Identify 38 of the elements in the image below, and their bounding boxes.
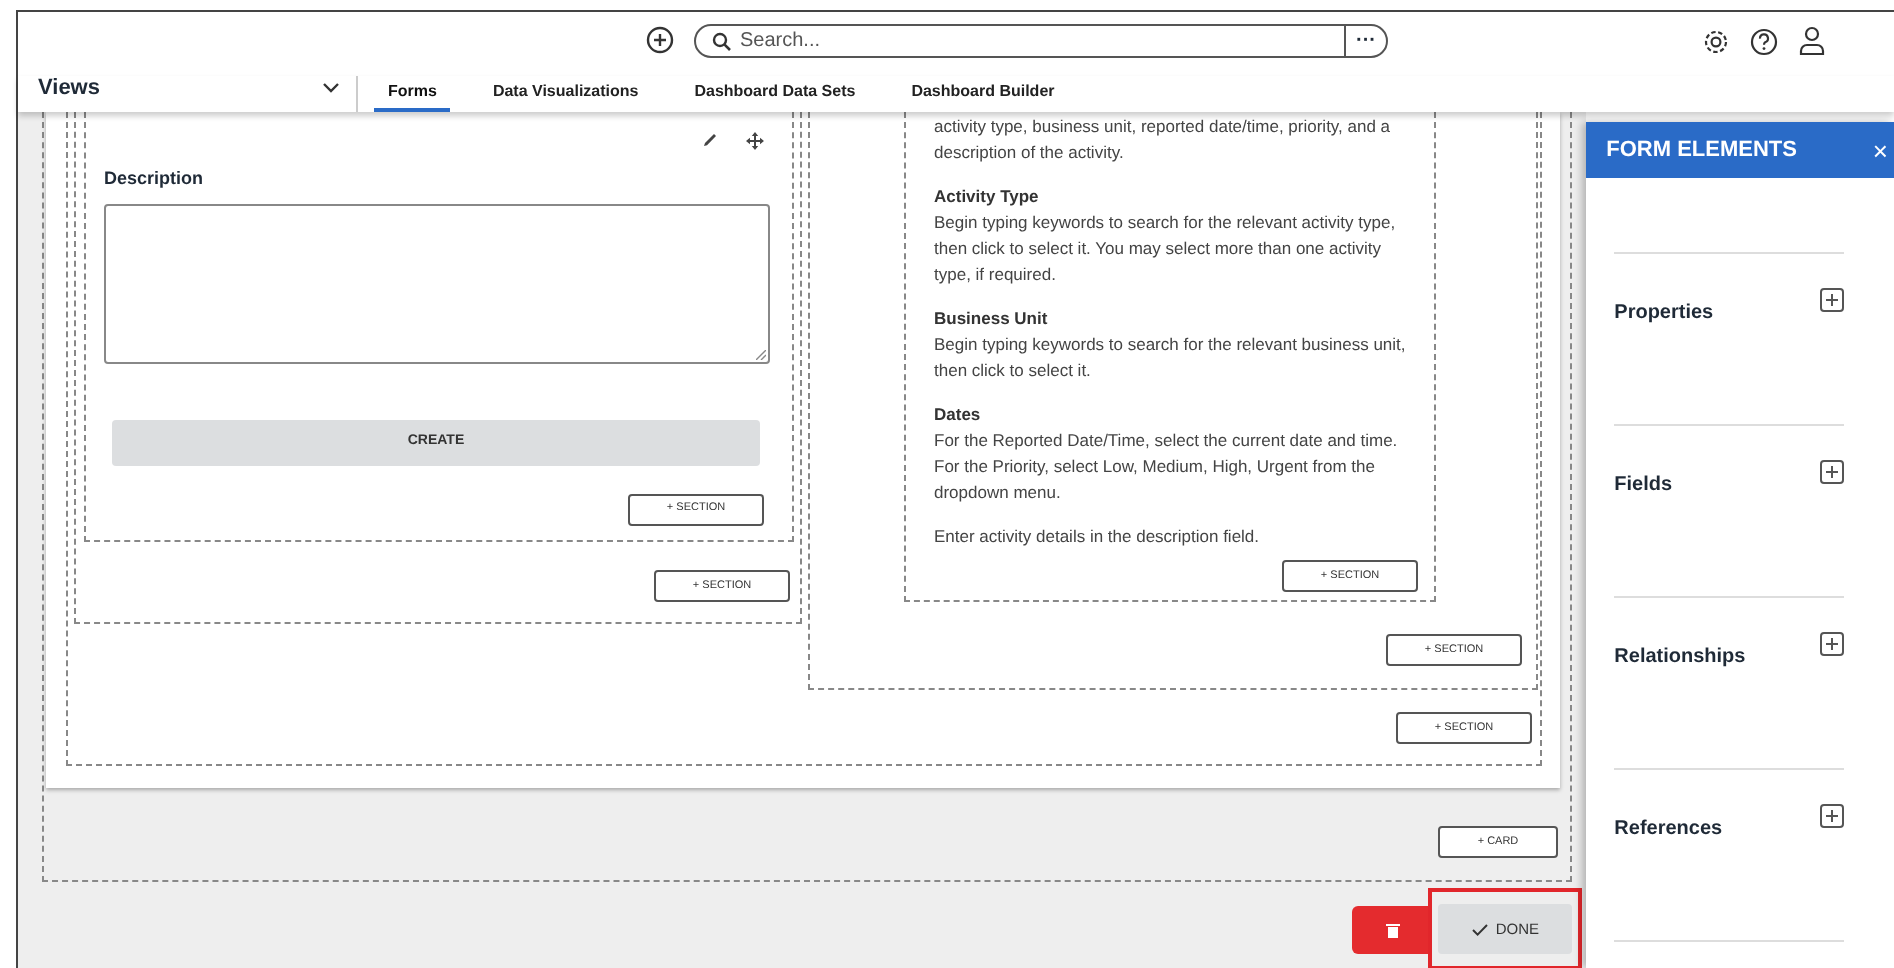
search-placeholder: Search... <box>740 28 823 56</box>
help-heading: Business Unit <box>934 306 1050 332</box>
more-button[interactable]: ··· <box>1344 26 1386 56</box>
check-icon <box>1471 923 1488 935</box>
help-text: Begin typing keywords to search for the relevant activity type, then click to select it. You may select more than one activity type, if required. <box>934 210 1398 288</box>
add-icon[interactable] <box>646 26 674 54</box>
group-label: Fields <box>1614 472 1675 500</box>
trash-icon <box>1385 921 1400 937</box>
description-field[interactable] <box>104 203 770 363</box>
add-icon[interactable] <box>1820 460 1844 484</box>
help-text: activity type, business unit, reported date/time, priority, and a description of the activity. <box>934 114 1393 166</box>
help-text: Enter activity details in the description field. <box>934 524 1262 550</box>
settings-icon[interactable] <box>1702 28 1730 56</box>
help-text: Begin typing keywords to search for the relevant business unit, then click to select it. <box>934 332 1408 384</box>
resize-handle-icon[interactable] <box>756 349 766 359</box>
tab[interactable]: Dashboard Builder <box>897 76 1069 112</box>
tab[interactable]: Data Visualizations <box>478 76 653 112</box>
group-label: Relationships <box>1614 644 1748 672</box>
panel-title: FORM ELEMENTS <box>1606 135 1799 166</box>
help-icon[interactable] <box>1750 28 1778 56</box>
tab[interactable]: Dashboard Data Sets <box>680 76 870 112</box>
user-icon[interactable] <box>1798 26 1826 56</box>
add-icon[interactable] <box>1820 288 1844 312</box>
add-icon[interactable] <box>1820 632 1844 656</box>
chevron-down-icon <box>322 82 340 94</box>
move-icon[interactable] <box>746 132 764 150</box>
help-text: For the Reported Date/Time, select the current date and time. For the Priority, select Low, Medium, High, Urgent from the dropdown menu. <box>934 428 1400 506</box>
add-icon[interactable] <box>1820 804 1844 828</box>
close-button[interactable]: × <box>1872 137 1888 163</box>
field-label: Description <box>104 166 206 192</box>
group-label: References <box>1614 816 1725 844</box>
help-heading: Dates <box>934 402 983 428</box>
search-icon <box>712 31 732 51</box>
search-field[interactable]: Search... ··· <box>694 24 1388 58</box>
pencil-icon[interactable] <box>702 132 718 148</box>
help-heading: Activity Type <box>934 184 1041 210</box>
delete-button[interactable] <box>1352 905 1433 953</box>
group-label: Properties <box>1614 300 1716 328</box>
